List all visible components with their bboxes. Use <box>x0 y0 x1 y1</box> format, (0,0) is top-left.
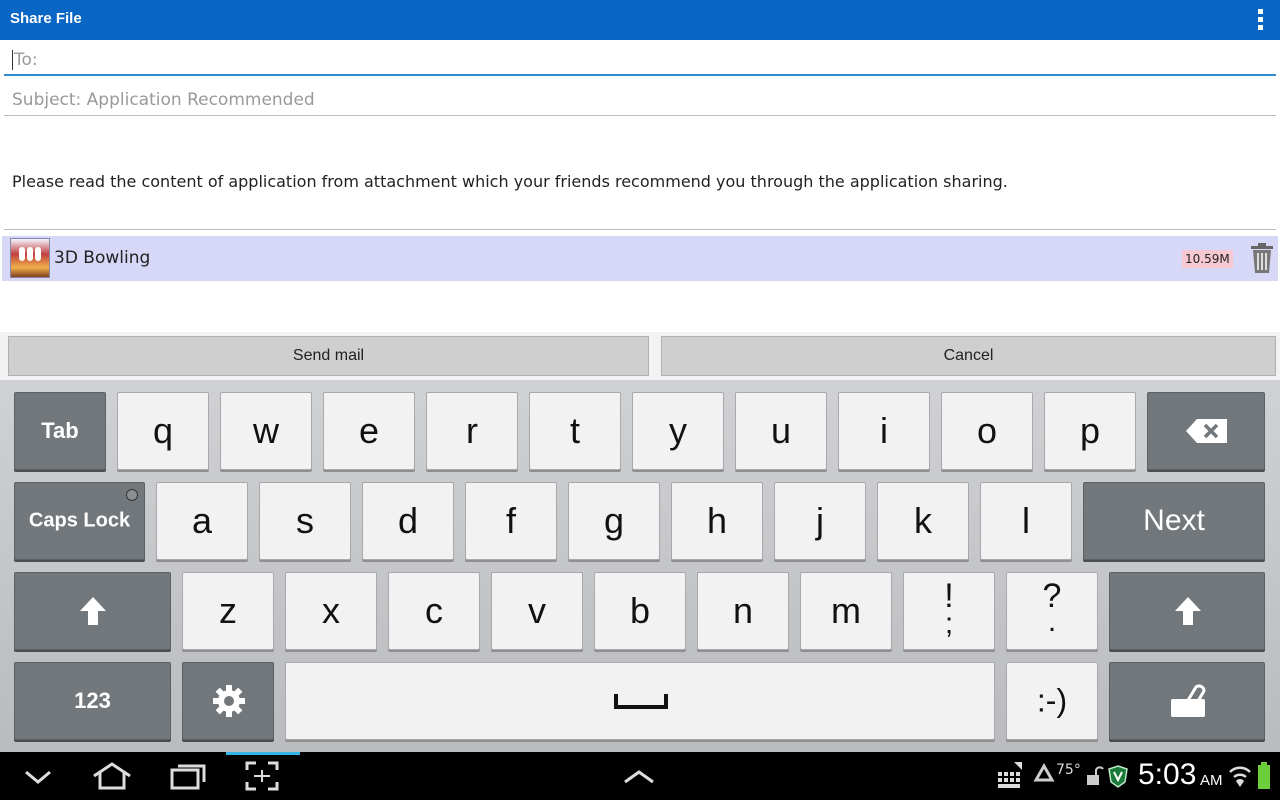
key-b[interactable]: b <box>594 572 686 650</box>
key-clipboard[interactable] <box>1109 662 1265 740</box>
key-q[interactable]: q <box>117 392 209 470</box>
key-i[interactable]: i <box>838 392 930 470</box>
key-space[interactable] <box>285 662 995 740</box>
home-icon[interactable] <box>90 760 134 792</box>
action-bar: Send mail Cancel <box>0 332 1280 380</box>
gear-icon <box>213 685 245 717</box>
key-u[interactable]: u <box>735 392 827 470</box>
key-next[interactable]: Next <box>1083 482 1265 560</box>
key-shift-right[interactable] <box>1109 572 1265 650</box>
key-x[interactable]: x <box>285 572 377 650</box>
to-placeholder: To: <box>14 50 38 70</box>
active-indicator <box>226 752 300 755</box>
wifi-icon <box>1229 766 1251 787</box>
key-z[interactable]: z <box>182 572 274 650</box>
unlock-icon <box>1087 766 1104 785</box>
key-backspace[interactable] <box>1147 392 1265 470</box>
send-mail-button[interactable]: Send mail <box>8 336 649 376</box>
clock-time: 5:03 <box>1138 758 1197 791</box>
key-c[interactable]: c <box>388 572 480 650</box>
system-navigation-bar: 75° 5:03 AM <box>0 752 1280 800</box>
key-l[interactable]: l <box>980 482 1072 560</box>
key-p[interactable]: p <box>1044 392 1136 470</box>
shift-arrow-icon <box>80 597 106 625</box>
key-h[interactable]: h <box>671 482 763 560</box>
space-bar-icon <box>614 694 668 709</box>
overflow-menu-icon[interactable] <box>1250 6 1270 34</box>
attachment-name: 3D Bowling <box>54 248 151 268</box>
subject-text: Subject: Application Recommended <box>12 90 315 110</box>
key-exclaim-semicolon[interactable]: ! ; <box>903 572 995 650</box>
body-input[interactable]: Please read the content of application f… <box>4 116 1276 230</box>
hide-keyboard-icon[interactable] <box>22 760 54 792</box>
subject-input[interactable]: Subject: Application Recommended <box>4 84 1276 116</box>
key-t[interactable]: t <box>529 392 621 470</box>
key-k[interactable]: k <box>877 482 969 560</box>
key-caps-lock[interactable]: Caps Lock <box>14 482 145 560</box>
key-settings[interactable] <box>182 662 274 740</box>
key-shift-left[interactable] <box>14 572 171 650</box>
backspace-icon <box>1186 419 1227 443</box>
key-j[interactable]: j <box>774 482 866 560</box>
key-n[interactable]: n <box>697 572 789 650</box>
key-e[interactable]: e <box>323 392 415 470</box>
keyboard-icon[interactable] <box>996 760 1024 792</box>
key-tab[interactable]: Tab <box>14 392 106 470</box>
chevron-up-icon[interactable] <box>622 760 656 792</box>
clipboard-icon <box>1171 684 1206 717</box>
key-f[interactable]: f <box>465 482 557 560</box>
temperature-text: 75° <box>1056 762 1081 778</box>
text-cursor <box>12 50 13 70</box>
key-y[interactable]: y <box>632 392 724 470</box>
to-input[interactable]: To: <box>4 44 1276 76</box>
attachment-row[interactable]: 3D Bowling 10.59M <box>2 236 1278 281</box>
key-d[interactable]: d <box>362 482 454 560</box>
attachment-size-badge: 10.59M <box>1182 250 1233 268</box>
cancel-button[interactable]: Cancel <box>661 336 1276 376</box>
battery-icon <box>1258 762 1270 789</box>
recent-apps-icon[interactable] <box>168 760 208 792</box>
key-o[interactable]: o <box>941 392 1033 470</box>
key-a[interactable]: a <box>156 482 248 560</box>
caps-indicator-icon <box>126 489 138 501</box>
key-w[interactable]: w <box>220 392 312 470</box>
body-text: Please read the content of application f… <box>12 172 1008 191</box>
key-numbers[interactable]: 123 <box>14 662 171 740</box>
screenshot-icon[interactable] <box>244 760 280 792</box>
key-m[interactable]: m <box>800 572 892 650</box>
trash-icon[interactable] <box>1248 242 1276 274</box>
app-title: Share File <box>10 10 82 27</box>
key-v[interactable]: v <box>491 572 583 650</box>
soft-keyboard: Tab q w e r t y u i o p Caps Lock a s d … <box>0 380 1280 752</box>
key-smiley[interactable]: :-) <box>1006 662 1098 740</box>
key-question-period[interactable]: ? . <box>1006 572 1098 650</box>
key-g[interactable]: g <box>568 482 660 560</box>
bowling-app-icon <box>10 238 50 278</box>
key-r[interactable]: r <box>426 392 518 470</box>
shield-icon <box>1108 765 1128 788</box>
key-s[interactable]: s <box>259 482 351 560</box>
title-bar: Share File <box>0 0 1280 40</box>
shift-arrow-icon <box>1175 597 1201 625</box>
clock-ampm: AM <box>1200 772 1223 789</box>
recycle-icon <box>1033 762 1055 782</box>
